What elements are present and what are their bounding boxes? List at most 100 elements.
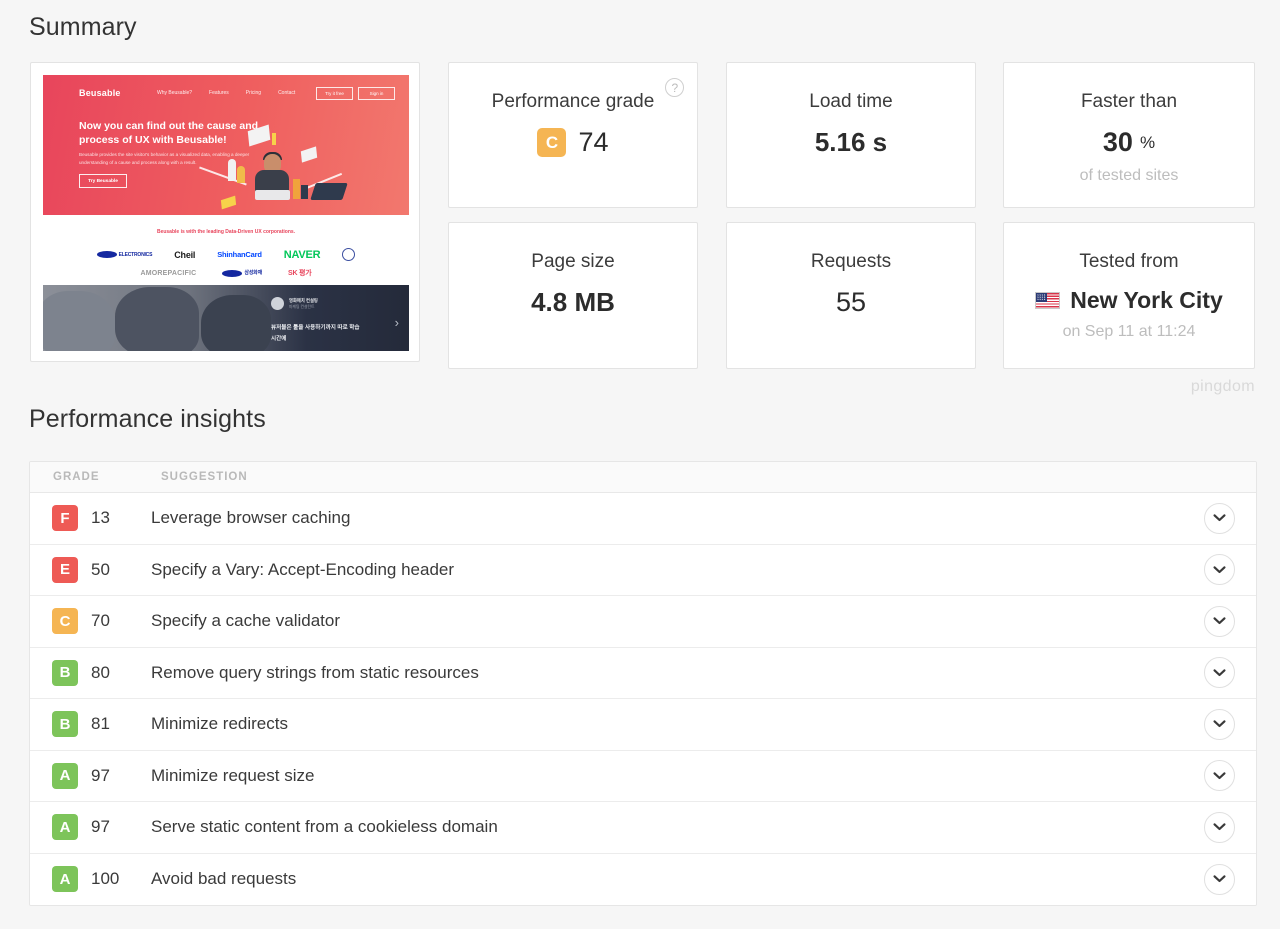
grade-score: 80 bbox=[91, 663, 151, 683]
table-row[interactable]: B81Minimize redirects bbox=[30, 699, 1256, 751]
speed-test-results-page: Summary Beusable Why Beusable? Features … bbox=[0, 0, 1280, 929]
metric-value: C 74 bbox=[537, 127, 608, 158]
partner-logo-amorepacific: AMOREPACIFIC bbox=[140, 270, 196, 277]
metric-note: on Sep 11 at 11:24 bbox=[1063, 323, 1196, 341]
illustration-figure bbox=[228, 159, 236, 181]
partner-logo-cheil: Cheil bbox=[174, 250, 195, 260]
chevron-down-icon bbox=[1213, 566, 1226, 574]
chevron-down-icon bbox=[1213, 514, 1226, 522]
grade-score: 97 bbox=[91, 817, 151, 837]
partner-logo-samsung-fire: 삼성화재 bbox=[222, 269, 262, 276]
partner-logo-samsung-electronics: ELECTRONICS bbox=[97, 251, 153, 258]
suggestion-text: Serve static content from a cookieless d… bbox=[151, 817, 1204, 837]
metric-value: 5.16 s bbox=[815, 127, 887, 158]
metric-label: Faster than bbox=[1081, 91, 1177, 113]
suggestion-text: Specify a cache validator bbox=[151, 611, 1204, 631]
chevron-down-icon bbox=[1213, 720, 1226, 728]
partner-logo-naver: NAVER bbox=[284, 249, 321, 261]
metric-label: Tested from bbox=[1079, 251, 1178, 273]
pingdom-logo: pingdom bbox=[1191, 378, 1255, 396]
expand-row-button[interactable] bbox=[1204, 709, 1235, 740]
table-row[interactable]: A 97Serve static content from a cookieles… bbox=[30, 802, 1256, 854]
metric-label: Page size bbox=[531, 251, 614, 273]
thumbnail-nav-links: Why Beusable? Features Pricing Contact bbox=[157, 90, 295, 96]
illustration-laptop bbox=[310, 183, 348, 200]
suggestion-text: Leverage browser caching bbox=[151, 508, 1204, 528]
grade-badge: A bbox=[52, 763, 78, 789]
grade-badge: C bbox=[537, 128, 566, 157]
chevron-down-icon bbox=[1213, 875, 1226, 883]
faster-than-percent: 30 bbox=[1103, 127, 1133, 158]
metric-label: Performance grade ? bbox=[492, 91, 655, 113]
expand-row-button[interactable] bbox=[1204, 657, 1235, 688]
suggestion-text: Minimize redirects bbox=[151, 714, 1204, 734]
partner-logo-sk: SK 평가 bbox=[288, 268, 312, 278]
metric-value: 4.8 MB bbox=[531, 287, 615, 318]
thumbnail-testimonial-line: 뷰저블은 툴을 사용하기까지 따로 학습 bbox=[271, 323, 360, 331]
column-header-grade: GRADE bbox=[53, 471, 161, 483]
thumbnail-headline: Now you can find out the cause and proce… bbox=[79, 119, 259, 147]
question-mark-icon[interactable]: ? bbox=[665, 78, 684, 97]
table-body: F13Leverage browser cachingE50Specify a … bbox=[30, 493, 1256, 905]
metric-label: Requests bbox=[811, 251, 891, 273]
grade-badge: E bbox=[52, 557, 78, 583]
table-row[interactable]: B80Remove query strings from static reso… bbox=[30, 648, 1256, 700]
grade-badge: B bbox=[52, 711, 78, 737]
performance-insights-table: GRADE SUGGESTION F13Leverage browser cac… bbox=[29, 461, 1257, 906]
metric-card-tested-from: Tested from New York City on Sep 11 at 1… bbox=[1003, 222, 1255, 369]
table-row[interactable]: A100Avoid bad requests bbox=[30, 854, 1256, 906]
table-row[interactable]: F13Leverage browser caching bbox=[30, 493, 1256, 545]
illustration-laptop bbox=[255, 190, 290, 200]
thumbnail-signin-button: Sign in bbox=[358, 87, 395, 100]
table-row[interactable]: C 70Specify a cache validator bbox=[30, 596, 1256, 648]
metric-value: 55 bbox=[836, 287, 866, 318]
thumbnail-testimonial-role: 마케팅 컨설턴트 bbox=[289, 305, 315, 310]
site-screenshot-thumbnail[interactable]: Beusable Why Beusable? Features Pricing … bbox=[30, 62, 420, 362]
thumbnail-nav-link: Pricing bbox=[246, 90, 261, 96]
grade-score: 70 bbox=[91, 611, 151, 631]
metric-card-faster-than: Faster than 30 % of tested sites bbox=[1003, 62, 1255, 208]
expand-row-button[interactable] bbox=[1204, 864, 1235, 895]
table-header-row: GRADE SUGGESTION bbox=[30, 462, 1256, 493]
thumbnail-avatar bbox=[271, 297, 284, 310]
performance-insights-heading: Performance insights bbox=[29, 405, 266, 434]
illustration-document bbox=[301, 146, 317, 162]
metric-label: Load time bbox=[809, 91, 892, 113]
thumbnail-testimonial-name: 영화매치 컨설팅 bbox=[289, 298, 318, 304]
thumbnail-hero: Beusable Why Beusable? Features Pricing … bbox=[43, 75, 409, 215]
metric-card-requests: Requests 55 bbox=[726, 222, 976, 369]
expand-row-button[interactable] bbox=[1204, 503, 1235, 534]
metric-card-page-size: Page size 4.8 MB bbox=[448, 222, 698, 369]
thumbnail-testimonial-line: 시간에 bbox=[271, 334, 286, 342]
chevron-down-icon bbox=[1213, 823, 1226, 831]
chevron-down-icon bbox=[1213, 772, 1226, 780]
chevron-right-icon: › bbox=[395, 315, 399, 330]
grade-score: 100 bbox=[91, 869, 151, 889]
suggestion-text: Minimize request size bbox=[151, 766, 1204, 786]
illustration-document bbox=[221, 196, 236, 210]
grade-badge: F bbox=[52, 505, 78, 531]
table-row[interactable]: A97Minimize request size bbox=[30, 751, 1256, 803]
illustration-figure bbox=[237, 166, 245, 183]
expand-row-button[interactable] bbox=[1204, 554, 1235, 585]
thumbnail-cta-button: Try Beusable bbox=[79, 174, 127, 188]
thumbnail-site-logo: Beusable bbox=[79, 88, 121, 98]
thumbnail-try-free-button: Try it free bbox=[316, 87, 353, 100]
expand-row-button[interactable] bbox=[1204, 812, 1235, 843]
grade-badge: A bbox=[52, 814, 78, 840]
suggestion-text: Avoid bad requests bbox=[151, 869, 1204, 889]
chevron-down-icon bbox=[1213, 617, 1226, 625]
illustration-bar bbox=[301, 185, 308, 199]
chevron-down-icon bbox=[1213, 669, 1226, 677]
column-header-suggestion: SUGGESTION bbox=[161, 471, 248, 483]
metric-value: 30 % bbox=[1103, 127, 1155, 158]
table-row[interactable]: E 50Specify a Vary: Accept-Encoding heade… bbox=[30, 545, 1256, 597]
percent-unit: % bbox=[1140, 133, 1155, 153]
grade-score: 50 bbox=[91, 560, 151, 580]
suggestion-text: Specify a Vary: Accept-Encoding header bbox=[151, 560, 1204, 580]
expand-row-button[interactable] bbox=[1204, 606, 1235, 637]
thumbnail-image: Beusable Why Beusable? Features Pricing … bbox=[43, 75, 409, 351]
expand-row-button[interactable] bbox=[1204, 760, 1235, 791]
grade-badge: C bbox=[52, 608, 78, 634]
grade-score: 74 bbox=[578, 127, 608, 158]
